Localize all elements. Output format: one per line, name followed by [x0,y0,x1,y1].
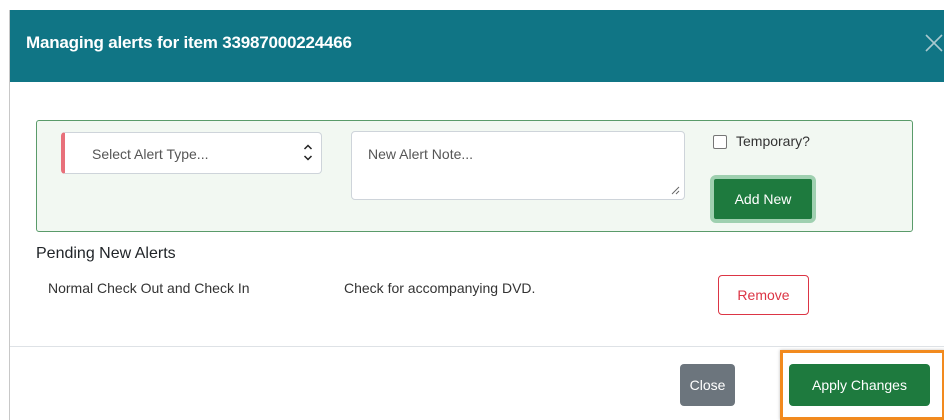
pending-alert-type: Normal Check Out and Check In [48,280,250,296]
close-x-icon[interactable] [923,32,944,54]
remove-button[interactable]: Remove [718,275,809,315]
pending-alerts-heading: Pending New Alerts [36,245,176,262]
temporary-label: Temporary? [736,133,810,149]
pending-alert-note: Check for accompanying DVD. [344,280,536,296]
add-new-button[interactable]: Add New [710,175,816,223]
alert-note-textarea[interactable]: New Alert Note... [351,131,685,200]
modal-title: Managing alerts for item 33987000224466 [26,33,352,52]
modal-header: Managing alerts for item 33987000224466 [10,10,944,82]
alert-type-select[interactable]: Select Alert Type... [61,132,322,174]
temporary-checkbox[interactable] [713,135,727,149]
alert-type-placeholder: Select Alert Type... [92,146,209,162]
resize-grip-icon[interactable] [671,186,680,195]
footer-divider [10,346,944,347]
new-alert-form: Select Alert Type... New Alert Note... T… [36,120,913,232]
manage-alerts-modal: Managing alerts for item 33987000224466 … [9,10,944,420]
select-arrows-icon [303,144,313,161]
close-button[interactable]: Close [680,364,735,406]
apply-changes-button[interactable]: Apply Changes [789,364,930,406]
alert-note-placeholder: New Alert Note... [368,146,474,162]
